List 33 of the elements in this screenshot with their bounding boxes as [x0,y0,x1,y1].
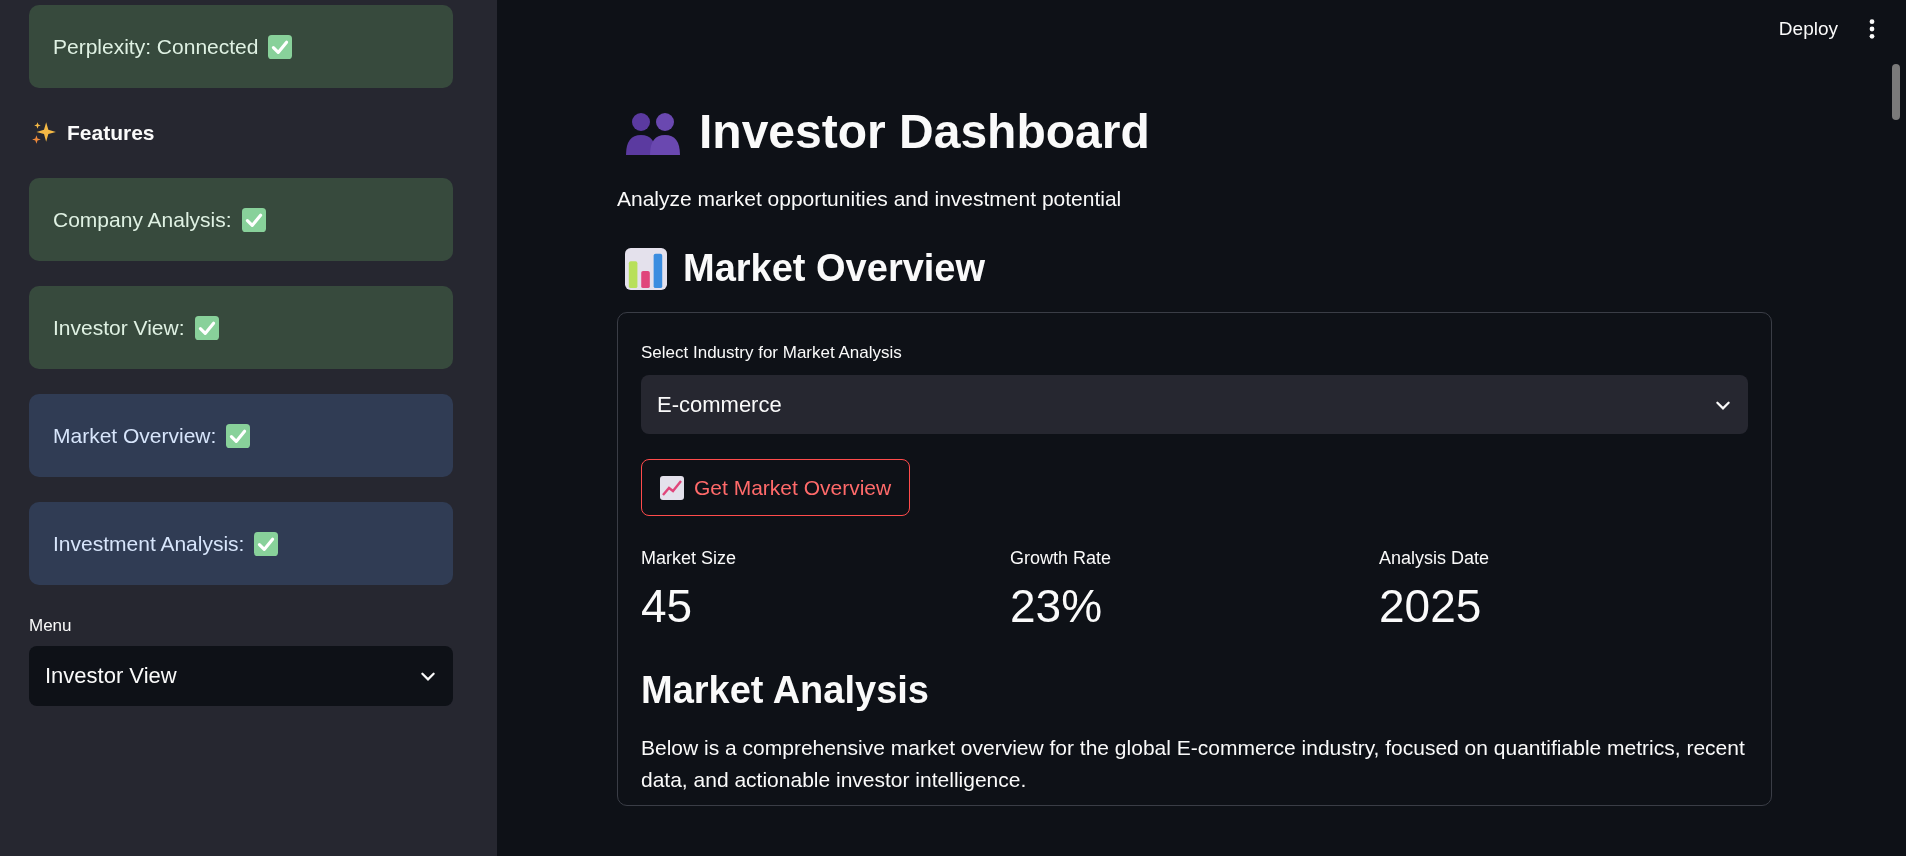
scrollbar[interactable] [1892,64,1900,120]
menu-label: Menu [29,616,73,636]
feature-alert: Investment Analysis: [29,502,453,585]
industry-select[interactable]: E-commerce [641,375,1748,434]
deploy-button[interactable]: Deploy [1778,18,1838,40]
check-mark-icon [254,531,279,556]
metric-value: 45 [641,579,694,633]
feature-alert: Market Overview: [29,394,453,477]
sparkles-icon [31,120,57,146]
metric-label: Growth Rate [1010,548,1113,569]
bar-chart-icon [625,247,667,290]
section-title: Market Overview [683,247,986,290]
check-mark-icon [194,315,219,340]
features-heading: Features [67,121,155,145]
more-menu-icon[interactable] [1868,18,1876,40]
check-mark-icon [241,207,266,232]
metric-label: Market Size [641,548,738,569]
feature-alert: Company Analysis: [29,178,453,261]
metric-label: Analysis Date [1379,548,1491,569]
check-mark-icon [226,423,251,448]
page-subtitle: Analyze market opportunities and investment potential [617,187,1123,211]
status-alert: Perplexity: Connected [29,5,453,88]
check-mark-icon [268,34,293,59]
metric-value: 23% [1010,579,1104,633]
feature-alert: Investor View: [29,286,453,369]
page-title: Investor Dashboard [699,104,1150,159]
analysis-heading: Market Analysis [641,669,930,712]
get-market-overview-button[interactable]: Get Market Overview [641,459,911,516]
menu-select[interactable]: Investor View [29,646,453,706]
trend-chart-icon [660,475,684,500]
industry-label: Select Industry for Market Analysis [641,343,903,363]
analysis-text: Below is a comprehensive market overview for the global E-commerce industry, focused on quantifiable metrics, recent data, and actionable investor intelligence. [641,735,1746,793]
metric-value: 2025 [1379,579,1483,633]
